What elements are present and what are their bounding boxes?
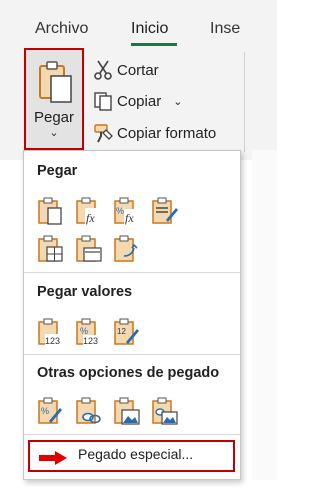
paste-dropdown-menu: Pegar fx % fx Pegar valores 123 % 123 12… [23, 150, 241, 480]
paste-button[interactable]: Pegar ⌄ [24, 48, 84, 150]
paste-link-icon[interactable] [74, 396, 104, 426]
chevron-down-icon[interactable]: ⌄ [173, 95, 182, 108]
paste-formatting-icon[interactable]: % [36, 396, 66, 426]
cut-label: Cortar [117, 61, 159, 79]
scissors-icon [94, 60, 112, 80]
format-painter-label: Copiar formato [117, 124, 217, 142]
tab-inicio[interactable]: Inicio [131, 20, 168, 38]
red-arrow-icon [39, 451, 67, 465]
scroll-area [252, 150, 277, 480]
paste-values-source-formatting-icon[interactable]: 12 [112, 317, 142, 347]
paste-linked-picture-icon[interactable] [150, 396, 180, 426]
svg-text:123: 123 [83, 336, 98, 346]
svg-text:%: % [80, 326, 88, 336]
tab-insertar[interactable]: Inse [210, 20, 240, 38]
menu-divider [24, 272, 240, 273]
section-title-paste-values: Pegar valores [37, 284, 133, 300]
copy-label: Copiar [117, 92, 162, 110]
svg-text:123: 123 [45, 336, 60, 346]
chevron-down-icon[interactable]: ⌄ [26, 126, 82, 139]
paste-picture-icon[interactable] [112, 396, 142, 426]
copy-icon [94, 92, 112, 111]
tab-archivo[interactable]: Archivo [35, 20, 88, 38]
svg-text:fx: fx [125, 211, 134, 225]
section-title-other-paste-options: Otras opciones de pegado [37, 365, 220, 381]
paste-transpose-icon[interactable] [112, 234, 142, 264]
svg-text:%: % [41, 406, 49, 416]
paste-values-icon[interactable]: 123 [36, 317, 66, 347]
svg-text:fx: fx [86, 211, 95, 225]
paste-no-borders-icon[interactable] [36, 234, 66, 264]
format-painter-button[interactable]: Copiar formato [92, 120, 216, 146]
paste-values-number-format-icon[interactable]: % 123 [74, 317, 104, 347]
paste-formulas-number-format-icon[interactable]: % fx [112, 196, 142, 226]
clipboard-icon [39, 61, 72, 103]
ribbon: Archivo Inicio Inse Pegar ⌄ Cortar Copia… [0, 0, 277, 160]
ribbon-divider [244, 52, 245, 152]
cut-button[interactable]: Cortar [92, 57, 159, 83]
paste-special-menu-item[interactable]: Pegado especial... [28, 440, 235, 472]
menu-divider [24, 434, 240, 435]
section-title-paste: Pegar [37, 163, 78, 179]
paste-special-label: Pegado especial... [78, 446, 194, 462]
format-painter-icon [94, 124, 113, 143]
paste-formulas-icon[interactable]: fx [74, 196, 104, 226]
copy-button[interactable]: Copiar ⌄ [92, 88, 182, 114]
svg-text:%: % [116, 206, 124, 216]
menu-divider [24, 354, 240, 355]
paste-keep-source-formatting-icon[interactable] [150, 196, 180, 226]
paste-icon[interactable] [36, 196, 66, 226]
paste-label: Pegar [33, 109, 75, 126]
paste-keep-column-widths-icon[interactable] [74, 234, 104, 264]
svg-text:12: 12 [117, 327, 126, 336]
active-tab-indicator [131, 43, 177, 46]
